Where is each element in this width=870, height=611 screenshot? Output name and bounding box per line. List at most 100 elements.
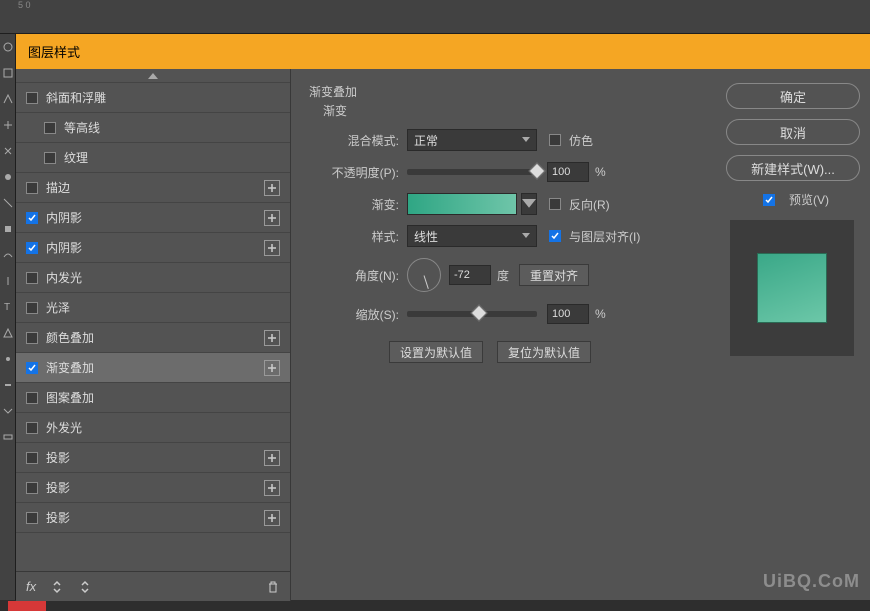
add-effect-button[interactable] bbox=[264, 360, 280, 376]
style-item[interactable]: 颜色叠加 bbox=[16, 323, 290, 353]
tool-icon[interactable] bbox=[0, 190, 16, 216]
angle-dial[interactable] bbox=[407, 258, 441, 292]
style-dropdown[interactable]: 线性 bbox=[407, 225, 537, 247]
tool-icon[interactable] bbox=[0, 164, 16, 190]
tool-icon[interactable] bbox=[0, 86, 16, 112]
style-item[interactable]: 内发光 bbox=[16, 263, 290, 293]
dither-checkbox[interactable] bbox=[549, 134, 561, 146]
fx-label[interactable]: fx bbox=[26, 579, 36, 594]
tool-icon[interactable] bbox=[0, 424, 16, 450]
chevron-down-icon bbox=[522, 137, 530, 143]
preview-checkbox[interactable] bbox=[763, 194, 775, 206]
style-checkbox[interactable] bbox=[26, 272, 38, 284]
add-effect-button[interactable] bbox=[264, 180, 280, 196]
tool-icon[interactable] bbox=[0, 398, 16, 424]
style-item[interactable]: 投影 bbox=[16, 473, 290, 503]
opacity-unit: % bbox=[595, 165, 606, 179]
style-item[interactable]: 斜面和浮雕 bbox=[16, 83, 290, 113]
style-checkbox[interactable] bbox=[26, 332, 38, 344]
style-checkbox[interactable] bbox=[26, 182, 38, 194]
tool-icon[interactable] bbox=[0, 372, 16, 398]
cancel-button[interactable]: 取消 bbox=[726, 119, 860, 145]
tool-icon[interactable] bbox=[0, 138, 16, 164]
style-checkbox[interactable] bbox=[26, 392, 38, 404]
style-item[interactable]: 投影 bbox=[16, 443, 290, 473]
style-label: 光泽 bbox=[46, 299, 280, 316]
style-item[interactable]: 图案叠加 bbox=[16, 383, 290, 413]
right-panel: 确定 取消 新建样式(W)... 预览(V) bbox=[726, 69, 870, 601]
angle-input[interactable] bbox=[449, 265, 491, 285]
tool-icon[interactable] bbox=[0, 242, 16, 268]
style-checkbox[interactable] bbox=[26, 92, 38, 104]
tool-icon[interactable] bbox=[0, 112, 16, 138]
styles-sidebar: 斜面和浮雕等高线纹理描边内阴影内阴影内发光光泽颜色叠加渐变叠加图案叠加外发光投影… bbox=[16, 69, 291, 601]
style-item[interactable]: 纹理 bbox=[16, 143, 290, 173]
scale-unit: % bbox=[595, 307, 606, 321]
tool-icon[interactable] bbox=[0, 320, 16, 346]
reverse-checkbox[interactable] bbox=[549, 198, 561, 210]
reset-default-button[interactable]: 复位为默认值 bbox=[497, 341, 591, 363]
align-checkbox[interactable] bbox=[549, 230, 561, 242]
tool-icon[interactable] bbox=[0, 34, 16, 60]
section-title: 渐变叠加 bbox=[309, 83, 708, 100]
style-item[interactable]: 外发光 bbox=[16, 413, 290, 443]
scale-slider[interactable] bbox=[407, 311, 537, 317]
slider-thumb[interactable] bbox=[529, 163, 546, 180]
scale-label: 缩放(S): bbox=[309, 306, 399, 323]
style-label: 描边 bbox=[46, 179, 264, 196]
style-label: 内发光 bbox=[46, 269, 280, 286]
style-checkbox[interactable] bbox=[26, 242, 38, 254]
scale-input[interactable] bbox=[547, 304, 589, 324]
add-effect-button[interactable] bbox=[264, 240, 280, 256]
arrow-up-down-icon[interactable] bbox=[50, 580, 64, 594]
add-effect-button[interactable] bbox=[264, 210, 280, 226]
add-effect-button[interactable] bbox=[264, 510, 280, 526]
style-item[interactable]: 内阴影 bbox=[16, 203, 290, 233]
style-checkbox[interactable] bbox=[26, 422, 38, 434]
trash-icon[interactable] bbox=[266, 580, 280, 594]
settings-panel: 渐变叠加 渐变 混合模式: 正常 仿色 不透明度(P): % bbox=[291, 69, 726, 601]
layer-style-dialog: 图层样式 斜面和浮雕等高线纹理描边内阴影内阴影内发光光泽颜色叠加渐变叠加图案叠加… bbox=[16, 34, 870, 600]
new-style-button[interactable]: 新建样式(W)... bbox=[726, 155, 860, 181]
style-checkbox[interactable] bbox=[26, 362, 38, 374]
style-checkbox[interactable] bbox=[26, 482, 38, 494]
style-checkbox[interactable] bbox=[44, 152, 56, 164]
scroll-up-arrow[interactable] bbox=[16, 69, 290, 83]
style-label: 斜面和浮雕 bbox=[46, 89, 280, 106]
style-checkbox[interactable] bbox=[26, 452, 38, 464]
style-label: 图案叠加 bbox=[46, 389, 280, 406]
style-item[interactable]: 渐变叠加 bbox=[16, 353, 290, 383]
reset-align-button[interactable]: 重置对齐 bbox=[519, 264, 589, 286]
tool-icon[interactable] bbox=[0, 346, 16, 372]
add-effect-button[interactable] bbox=[264, 450, 280, 466]
ok-button[interactable]: 确定 bbox=[726, 83, 860, 109]
red-accent bbox=[8, 601, 46, 611]
style-checkbox[interactable] bbox=[26, 212, 38, 224]
tool-icon[interactable]: T bbox=[0, 294, 16, 320]
add-effect-button[interactable] bbox=[264, 330, 280, 346]
style-checkbox[interactable] bbox=[26, 512, 38, 524]
slider-thumb[interactable] bbox=[470, 305, 487, 322]
style-item[interactable]: 等高线 bbox=[16, 113, 290, 143]
style-checkbox[interactable] bbox=[26, 302, 38, 314]
style-item[interactable]: 描边 bbox=[16, 173, 290, 203]
tool-icon[interactable] bbox=[0, 216, 16, 242]
dither-label: 仿色 bbox=[569, 132, 593, 149]
add-effect-button[interactable] bbox=[264, 480, 280, 496]
style-item[interactable]: 投影 bbox=[16, 503, 290, 533]
gradient-dropdown[interactable] bbox=[521, 193, 537, 215]
make-default-button[interactable]: 设置为默认值 bbox=[389, 341, 483, 363]
angle-label: 角度(N): bbox=[309, 267, 399, 284]
tool-icon[interactable] bbox=[0, 268, 16, 294]
tool-icon[interactable] bbox=[0, 60, 16, 86]
style-item[interactable]: 内阴影 bbox=[16, 233, 290, 263]
style-item[interactable]: 光泽 bbox=[16, 293, 290, 323]
blend-mode-dropdown[interactable]: 正常 bbox=[407, 129, 537, 151]
opacity-input[interactable] bbox=[547, 162, 589, 182]
gradient-label: 渐变: bbox=[309, 196, 399, 213]
opacity-label: 不透明度(P): bbox=[309, 164, 399, 181]
style-checkbox[interactable] bbox=[44, 122, 56, 134]
arrow-up-down-icon[interactable] bbox=[78, 580, 92, 594]
gradient-swatch[interactable] bbox=[407, 193, 517, 215]
opacity-slider[interactable] bbox=[407, 169, 537, 175]
